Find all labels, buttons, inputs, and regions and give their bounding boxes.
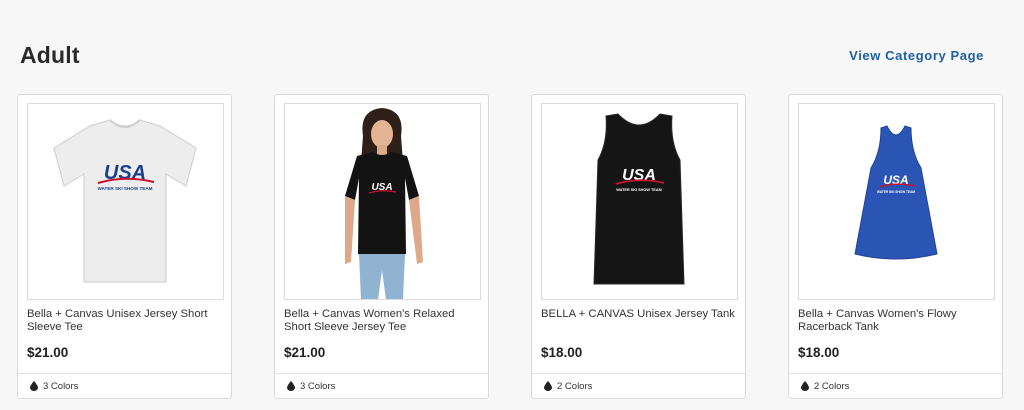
- usa-logo: USA WATER SKI SHOW TEAM: [97, 162, 155, 191]
- racerback-tank-image: USA WATER SKI SHOW TEAM: [854, 125, 938, 260]
- color-drop-icon: [30, 381, 38, 391]
- product-title[interactable]: Bella + Canvas Women's Flowy Racerback T…: [798, 308, 996, 334]
- product-card[interactable]: USA WATER SKI SHOW TEAM Bella + Canvas W…: [788, 94, 1003, 399]
- product-title[interactable]: BELLA + CANVAS Unisex Jersey Tank: [541, 308, 739, 321]
- product-grid: USA WATER SKI SHOW TEAM Bella + Canvas U…: [17, 94, 1007, 404]
- product-title[interactable]: Bella + Canvas Women's Relaxed Short Sle…: [284, 308, 482, 334]
- product-footer: 2 Colors: [532, 373, 745, 400]
- usa-logo: USA: [368, 182, 397, 194]
- product-image[interactable]: USA WATER SKI SHOW TEAM: [798, 103, 995, 300]
- product-card[interactable]: USA WATER SKI SHOW TEAM Bella + Canvas U…: [17, 94, 232, 399]
- colors-count: 2 Colors: [557, 381, 593, 392]
- tshirt-image: USA WATER SKI SHOW TEAM: [53, 119, 197, 283]
- product-price: $21.00: [27, 345, 69, 360]
- product-price: $18.00: [798, 345, 840, 360]
- colors-count: 3 Colors: [43, 381, 79, 392]
- product-image[interactable]: USA: [284, 103, 481, 300]
- product-footer: 3 Colors: [18, 373, 231, 400]
- svg-text:WATER SKI SHOW TEAM: WATER SKI SHOW TEAM: [616, 188, 662, 192]
- product-image[interactable]: USA WATER SKI SHOW TEAM: [541, 103, 738, 300]
- product-footer: 3 Colors: [275, 373, 488, 400]
- model-tshirt-image: USA: [345, 108, 423, 299]
- svg-text:WATER SKI SHOW TEAM: WATER SKI SHOW TEAM: [877, 190, 916, 194]
- svg-text:WATER SKI SHOW TEAM: WATER SKI SHOW TEAM: [97, 186, 152, 191]
- view-category-link[interactable]: View Category Page: [849, 48, 984, 63]
- section-title: Adult: [20, 42, 80, 68]
- colors-count: 2 Colors: [814, 381, 850, 392]
- color-drop-icon: [287, 381, 295, 391]
- color-drop-icon: [544, 381, 552, 391]
- product-footer: 2 Colors: [789, 373, 1002, 400]
- product-title[interactable]: Bella + Canvas Unisex Jersey Short Sleev…: [27, 308, 225, 334]
- section-header: Adult View Category Page: [20, 40, 984, 74]
- color-drop-icon: [801, 381, 809, 391]
- tank-image: USA WATER SKI SHOW TEAM: [593, 113, 685, 285]
- product-card[interactable]: USA Bella + Canvas Women's Relaxed Short…: [274, 94, 489, 399]
- colors-count: 3 Colors: [300, 381, 336, 392]
- product-card[interactable]: USA WATER SKI SHOW TEAM BELLA + CANVAS U…: [531, 94, 746, 399]
- product-image[interactable]: USA WATER SKI SHOW TEAM: [27, 103, 224, 300]
- product-price: $18.00: [541, 345, 583, 360]
- product-price: $21.00: [284, 345, 326, 360]
